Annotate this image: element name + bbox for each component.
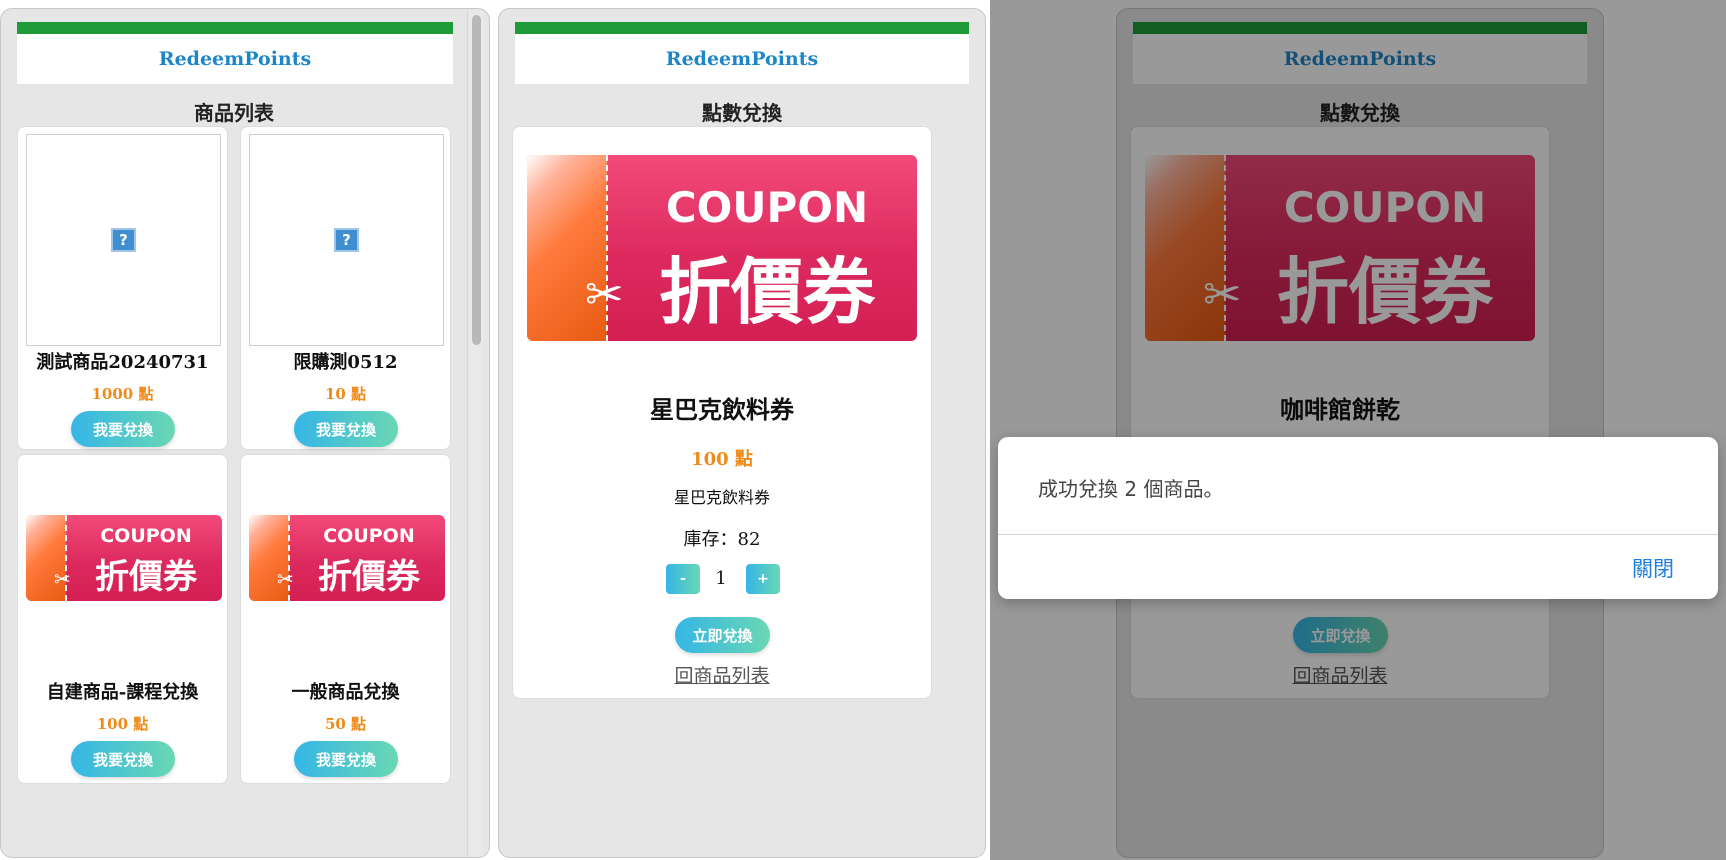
success-dialog-screen: RedeemPoints 點數兌換 ✂ COUPON 折價券 咖啡館餅乾 - 2… (990, 0, 1726, 860)
product-image: ? (26, 134, 221, 346)
product-name: 一般商品兌換 (291, 682, 400, 703)
stock-count: 庫存：82 (683, 529, 761, 550)
product-description: 星巴克飲料券 (673, 488, 770, 507)
product-detail-card: ✂ COUPON 折價券 星巴克飲料券 100 點 星巴克飲料券 庫存：82 -… (512, 126, 932, 699)
dialog-message: 成功兌換 2 個商品。 (1038, 477, 1224, 501)
redeem-now-button[interactable]: 立即兌換 (675, 617, 770, 653)
header-accent-bar (17, 22, 453, 34)
header-accent-bar (515, 22, 969, 34)
broken-image-icon: ? (111, 228, 136, 252)
product-points: 100 點 (691, 449, 753, 470)
product-points: 10 點 (324, 385, 367, 403)
app-header: RedeemPoints (17, 34, 453, 84)
redeem-button[interactable]: 我要兌換 (71, 741, 175, 777)
quantity-value[interactable]: 1 (701, 568, 741, 589)
page-title: 點數兌換 (702, 101, 782, 125)
product-card[interactable]: ? 限購測0512 10 點 我要兌換 (240, 126, 451, 450)
redeem-button[interactable]: 我要兌換 (294, 411, 398, 447)
product-points: 50 點 (324, 715, 367, 733)
decrement-button[interactable]: - (666, 564, 700, 594)
quantity-stepper: - 1 + (513, 564, 931, 596)
scissors-icon: ✂ (277, 567, 294, 591)
product-name: 自建商品-課程兌換 (46, 682, 199, 703)
product-points: 100 點 (96, 715, 149, 733)
product-card[interactable]: ✂ COUPON 折價券 一般商品兌換 50 點 我要兌換 (240, 454, 451, 784)
broken-image-icon: ? (334, 228, 359, 252)
redeem-button[interactable]: 我要兌換 (294, 741, 398, 777)
success-dialog: 成功兌換 2 個商品。 關閉 (998, 437, 1718, 599)
scrollbar-thumb[interactable] (472, 15, 481, 345)
product-list-panel: RedeemPoints 商品列表 ? 測試商品20240731 1000 點 … (0, 8, 490, 858)
page-title: 商品列表 (194, 101, 274, 125)
product-name: 星巴克飲料券 (650, 395, 794, 424)
app-header: RedeemPoints (515, 34, 969, 84)
product-card[interactable]: ? 測試商品20240731 1000 點 我要兌換 (17, 126, 228, 450)
brand-title: RedeemPoints (158, 48, 312, 70)
redeem-button[interactable]: 我要兌換 (71, 411, 175, 447)
product-image: ? (249, 134, 444, 346)
coupon-image: ✂ COUPON 折價券 (26, 515, 222, 601)
brand-title: RedeemPoints (665, 48, 819, 70)
product-name: 限購測0512 (293, 352, 398, 373)
scrollbar[interactable] (467, 11, 483, 857)
product-name: 測試商品20240731 (36, 352, 209, 373)
back-to-list-link[interactable]: 回商品列表 (513, 661, 931, 688)
product-card[interactable]: ✂ COUPON 折價券 自建商品-課程兌換 100 點 我要兌換 (17, 454, 228, 784)
dialog-divider (998, 534, 1718, 535)
scissors-icon: ✂ (54, 567, 71, 591)
coupon-image: ✂ COUPON 折價券 (527, 155, 917, 341)
close-button[interactable]: 關閉 (1632, 553, 1674, 583)
coupon-image: ✂ COUPON 折價券 (249, 515, 445, 601)
increment-button[interactable]: + (746, 564, 780, 594)
redeem-detail-panel: RedeemPoints 點數兌換 ✂ COUPON 折價券 星巴克飲料券 10… (498, 8, 986, 858)
modal-overlay[interactable] (990, 0, 1726, 860)
product-points: 1000 點 (91, 385, 154, 403)
